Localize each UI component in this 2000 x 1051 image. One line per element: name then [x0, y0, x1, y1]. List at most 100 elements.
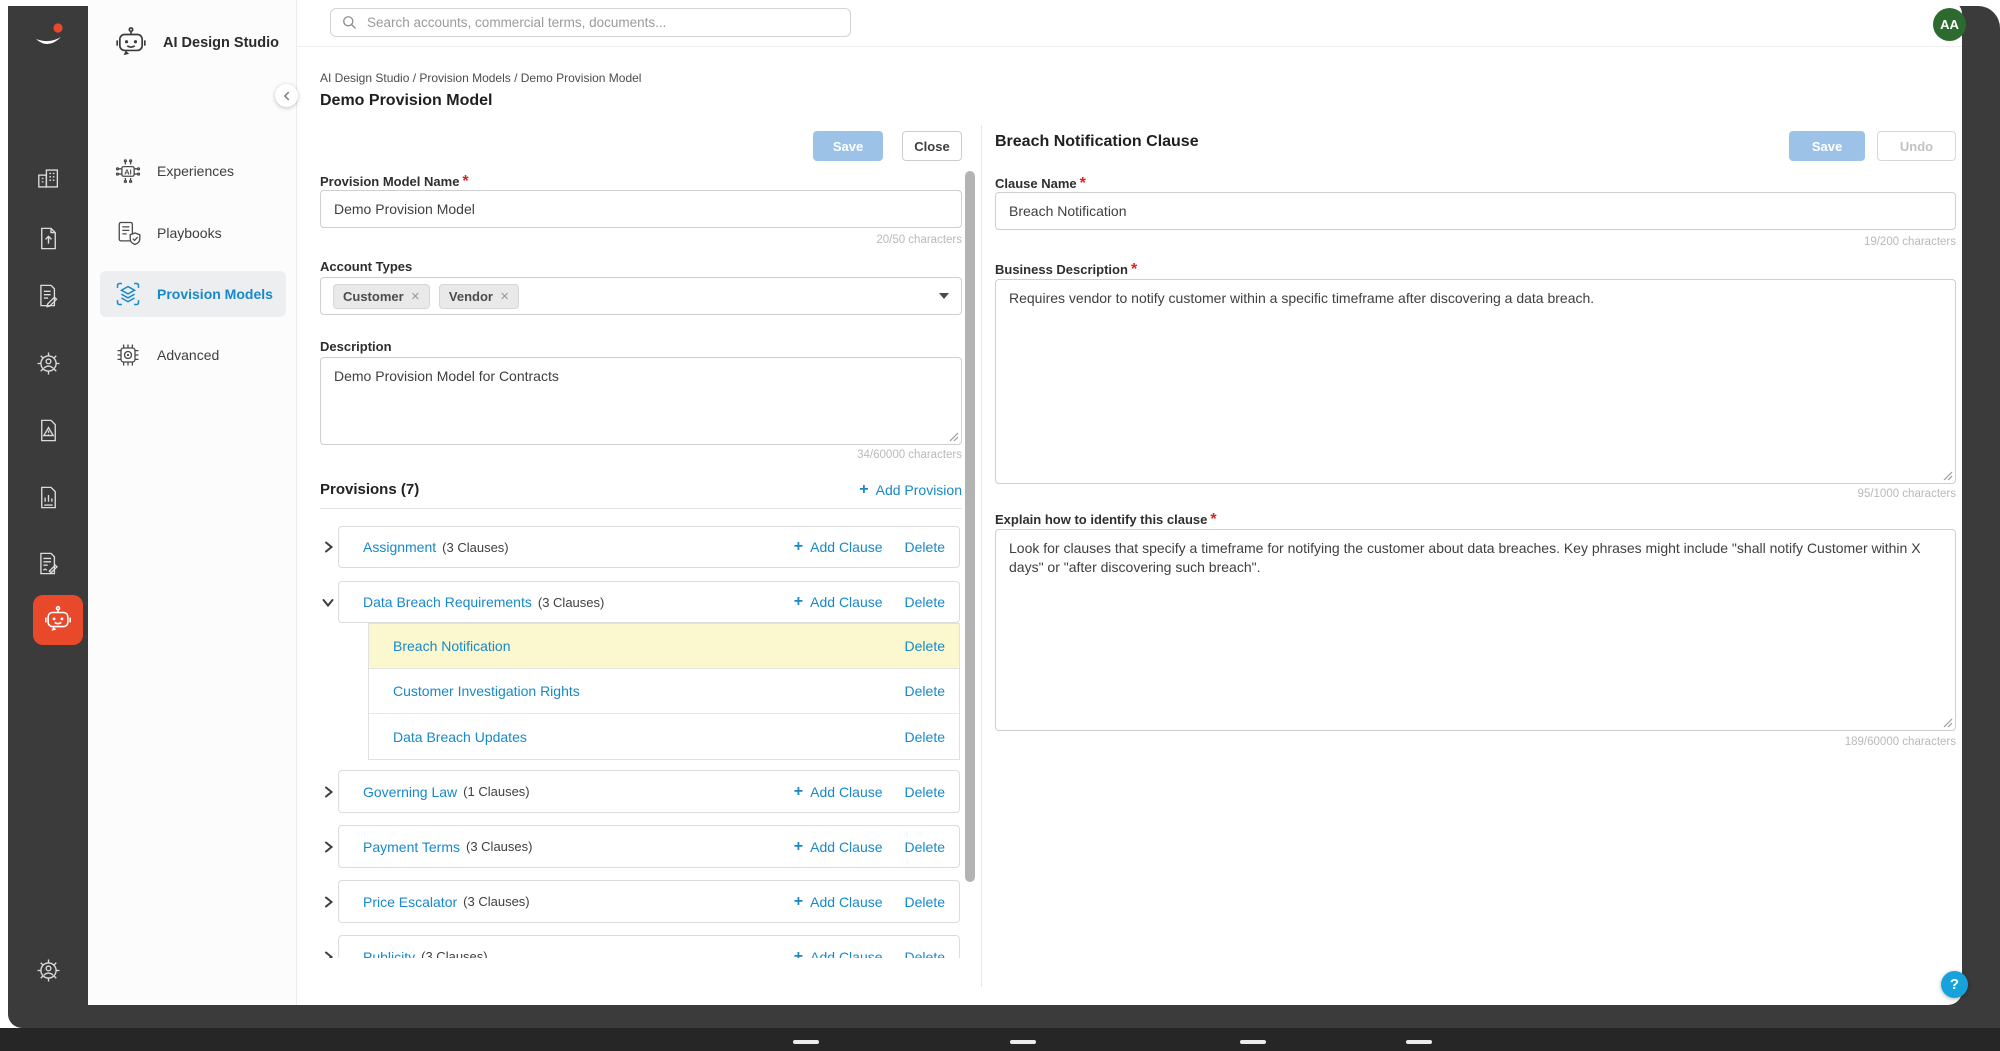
add-provision-link[interactable]: + Add Provision	[859, 481, 962, 498]
close-button[interactable]: Close	[902, 131, 962, 161]
taskbar-dash	[1406, 1040, 1432, 1044]
delete-provision-link[interactable]: Delete	[905, 594, 945, 610]
chevron-down-icon[interactable]	[939, 292, 949, 300]
delete-clause-link[interactable]: Delete	[905, 729, 945, 745]
delete-provision-link[interactable]: Delete	[905, 839, 945, 855]
taskbar-dash	[1240, 1040, 1266, 1044]
expand-provision-button[interactable]	[320, 935, 336, 958]
save-button[interactable]: Save	[813, 131, 883, 161]
description-textarea[interactable]: Demo Provision Model for Contracts	[320, 357, 962, 445]
clause-save-button[interactable]: Save	[1789, 131, 1865, 161]
account-type-tag: Vendor ✕	[438, 283, 520, 309]
sidebar-item-label: Provision Models	[157, 286, 273, 302]
clause-name-field-wrap	[995, 192, 1956, 230]
help-button[interactable]: ?	[1941, 971, 1968, 998]
add-clause-label: Add Clause	[810, 594, 883, 610]
delete-clause-link[interactable]: Delete	[905, 638, 945, 654]
settings-rail-button[interactable]	[8, 948, 88, 992]
collapse-provision-button[interactable]	[320, 581, 336, 623]
resize-handle-icon[interactable]	[1943, 471, 1953, 481]
delete-provision-link[interactable]: Delete	[905, 894, 945, 910]
provision-name-link[interactable]: Governing Law	[363, 784, 457, 800]
account-types-multiselect[interactable]: Customer ✕ Vendor ✕	[320, 277, 962, 315]
sidebar-collapse-button[interactable]	[275, 84, 298, 107]
description-char-count: 34/60000 characters	[857, 449, 962, 461]
robot-icon	[113, 25, 149, 61]
provision-clause-count: (1 Clauses)	[463, 784, 530, 799]
provision-clause-count: (3 Clauses)	[442, 539, 509, 555]
chevron-left-icon	[283, 91, 289, 100]
clause-name-input[interactable]	[995, 192, 1956, 230]
add-clause-label: Add Clause	[810, 838, 883, 855]
add-clause-label: Add Clause	[810, 948, 883, 959]
tickets-rail-button[interactable]	[8, 408, 88, 452]
add-clause-link[interactable]: + Add Clause	[794, 539, 883, 556]
expand-provision-button[interactable]	[320, 770, 336, 813]
add-clause-link[interactable]: + Add Clause	[793, 782, 883, 800]
provision-model-name-input[interactable]	[320, 190, 962, 228]
app-window: AI Design Studio AI Experiences Playbook…	[0, 0, 2000, 1051]
business-description-field-wrap: Requires vendor to notify customer withi…	[995, 279, 1956, 484]
delete-provision-link[interactable]: Delete	[905, 784, 945, 800]
explain-field-wrap: Look for clauses that specify a timefram…	[995, 529, 1956, 731]
expand-provision-button[interactable]	[320, 880, 336, 923]
provision-row: Assignment (3 Clauses) + Add Clause Delet…	[338, 526, 960, 568]
add-clause-link[interactable]: + Add Clause	[794, 948, 883, 959]
topbar-divider	[297, 46, 1962, 47]
tag-label: Vendor	[448, 288, 493, 304]
document-alert-icon	[40, 419, 56, 441]
provisions-header: Provisions (7)	[320, 481, 420, 498]
resize-handle-icon[interactable]	[949, 432, 959, 442]
explain-clause-textarea[interactable]: Look for clauses that specify a timefram…	[995, 529, 1956, 731]
plus-icon: +	[793, 593, 804, 610]
reports-rail-button[interactable]	[8, 475, 88, 519]
clause-name-link[interactable]: Breach Notification	[393, 638, 511, 654]
provision-name-link[interactable]: Data Breach Requirements	[363, 594, 532, 610]
remove-tag-icon[interactable]: ✕	[411, 290, 420, 303]
description-field-wrap: Demo Provision Model for Contracts	[320, 357, 962, 445]
sidebar-item-playbooks[interactable]: Playbooks	[100, 210, 286, 256]
name-char-count: 20/50 characters	[876, 234, 962, 246]
add-clause-link[interactable]: + Add Clause	[794, 893, 883, 910]
sidebar-item-provision-models[interactable]: Provision Models	[100, 271, 286, 317]
business-description-char-count: 95/1000 characters	[1857, 488, 1956, 500]
plus-icon: +	[793, 782, 804, 800]
sign-rail-button[interactable]	[8, 541, 88, 585]
remove-tag-icon[interactable]: ✕	[500, 290, 509, 303]
global-search[interactable]	[330, 8, 851, 37]
upload-rail-button[interactable]	[8, 216, 88, 260]
resize-handle-icon[interactable]	[1943, 718, 1953, 728]
clause-name-link[interactable]: Data Breach Updates	[393, 729, 527, 745]
business-description-textarea[interactable]: Requires vendor to notify customer withi…	[995, 279, 1956, 484]
sidebar-item-advanced[interactable]: Advanced	[100, 332, 286, 378]
clause-row: Customer Investigation Rights Delete	[369, 669, 959, 714]
left-panel-scrollbar[interactable]	[965, 171, 975, 882]
page-title: Demo Provision Model	[320, 92, 493, 109]
provision-name-link[interactable]: Payment Terms	[363, 839, 460, 855]
chevron-right-icon	[324, 841, 333, 852]
delete-clause-link[interactable]: Delete	[905, 683, 945, 699]
avatar[interactable]: AA	[1933, 8, 1966, 41]
clause-panel-title: Breach Notification Clause	[995, 133, 1199, 150]
search-input[interactable]	[367, 15, 840, 30]
add-clause-link[interactable]: + Add Clause	[793, 593, 883, 611]
ai-design-studio-rail-button[interactable]	[33, 595, 83, 645]
add-clause-link[interactable]: + Add Clause	[794, 838, 883, 855]
provision-name-link[interactable]: Assignment	[363, 539, 436, 555]
sidebar-item-experiences[interactable]: AI Experiences	[100, 148, 286, 194]
document-chart-icon	[40, 486, 56, 508]
provision-name-link[interactable]: Price Escalator	[363, 894, 457, 910]
provision-name-link[interactable]: Publicity	[363, 949, 415, 959]
accounts-rail-button[interactable]	[8, 156, 88, 200]
provision-row: Price Escalator (3 Clauses) + Add Clause …	[338, 880, 960, 923]
clause-name-link[interactable]: Customer Investigation Rights	[393, 683, 580, 699]
delete-provision-link[interactable]: Delete	[905, 949, 945, 959]
add-clause-label: Add Clause	[810, 783, 883, 800]
expand-provision-button[interactable]	[320, 526, 336, 568]
expand-provision-button[interactable]	[320, 825, 336, 868]
delete-provision-link[interactable]: Delete	[905, 539, 945, 555]
required-marker: *	[462, 173, 469, 190]
admin-rail-button[interactable]	[8, 341, 88, 385]
clause-undo-button[interactable]: Undo	[1877, 131, 1956, 161]
requests-rail-button[interactable]	[8, 273, 88, 317]
